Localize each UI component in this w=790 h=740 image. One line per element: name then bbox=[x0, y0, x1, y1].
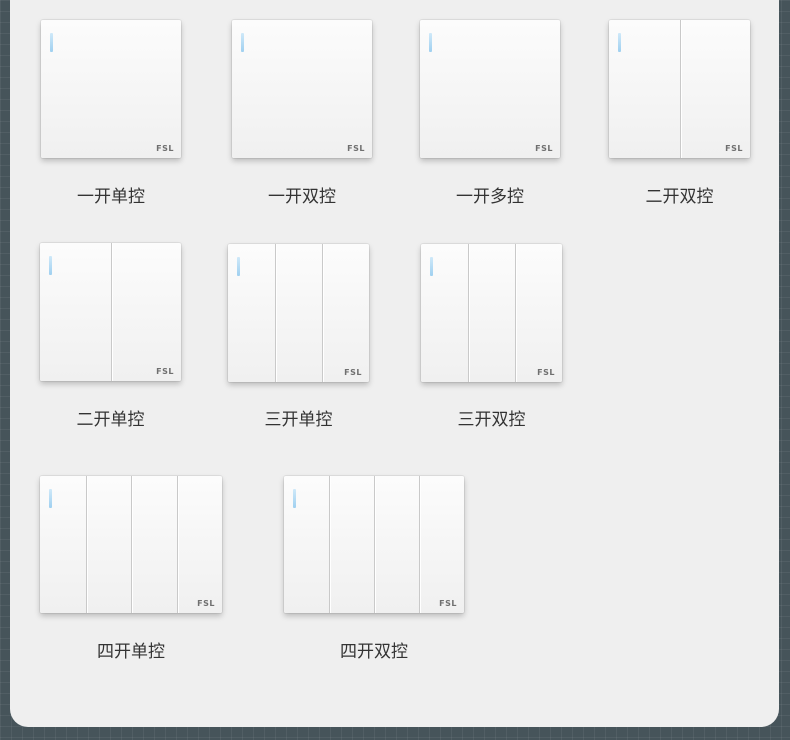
switch-rocker bbox=[679, 20, 750, 158]
switch-rocker bbox=[374, 476, 419, 613]
switch-rocker bbox=[515, 244, 562, 382]
switch-rocker bbox=[85, 476, 131, 613]
switch-rocker bbox=[322, 244, 369, 382]
indicator-light-icon bbox=[237, 257, 240, 276]
switch-label: 三开单控 bbox=[264, 410, 333, 430]
brand-mark: FSL bbox=[535, 144, 553, 153]
brand-mark: FSL bbox=[725, 144, 743, 153]
switch-rocker bbox=[421, 244, 468, 382]
switch-rocker bbox=[131, 476, 177, 613]
indicator-light-icon bbox=[49, 256, 52, 275]
switch-rocker bbox=[228, 244, 275, 382]
switch-rocker bbox=[419, 476, 464, 613]
brand-mark: FSL bbox=[156, 144, 174, 153]
switch-label: 三开双控 bbox=[457, 410, 526, 430]
switch-label: 四开单控 bbox=[97, 642, 165, 662]
switch-panel: FSL bbox=[41, 20, 181, 158]
switch-rocker bbox=[420, 20, 560, 158]
switch-panel: FSL bbox=[40, 243, 181, 381]
switch-label: 一开双控 bbox=[268, 187, 336, 207]
switch-panel: FSL bbox=[609, 20, 750, 158]
switch-panel: FSL bbox=[40, 476, 222, 613]
switch-rocker bbox=[176, 476, 222, 613]
brand-mark: FSL bbox=[347, 144, 365, 153]
brand-mark: FSL bbox=[197, 599, 215, 608]
switch-rocker bbox=[329, 476, 374, 613]
switch-panel: FSL bbox=[421, 244, 562, 382]
switch-rocker bbox=[275, 244, 322, 382]
indicator-light-icon bbox=[430, 257, 433, 276]
switch-rocker bbox=[468, 244, 515, 382]
indicator-light-icon bbox=[50, 33, 53, 52]
switch-label: 一开多控 bbox=[456, 187, 524, 207]
switch-panel: FSL bbox=[284, 476, 464, 613]
switch-panel: FSL bbox=[232, 20, 372, 158]
switch-rocker bbox=[40, 476, 86, 613]
switch-rocker bbox=[110, 243, 181, 381]
catalog-card: FSL 一开单控 FSL 一开双控 FSL 一开多控 FSL 二开双控 FSL … bbox=[10, 0, 779, 727]
switch-label: 一开单控 bbox=[77, 187, 145, 207]
indicator-light-icon bbox=[618, 33, 621, 52]
switch-label: 四开双控 bbox=[340, 642, 408, 662]
indicator-light-icon bbox=[429, 33, 432, 52]
indicator-light-icon bbox=[241, 33, 244, 52]
indicator-light-icon bbox=[293, 489, 296, 508]
switch-label: 二开单控 bbox=[76, 410, 145, 430]
switch-rocker bbox=[41, 20, 181, 158]
brand-mark: FSL bbox=[156, 367, 174, 376]
indicator-light-icon bbox=[49, 489, 52, 508]
switch-panel: FSL bbox=[420, 20, 560, 158]
switch-label: 二开双控 bbox=[645, 187, 714, 207]
switch-panel: FSL bbox=[228, 244, 369, 382]
brand-mark: FSL bbox=[344, 368, 362, 377]
switch-rocker bbox=[284, 476, 329, 613]
brand-mark: FSL bbox=[537, 368, 555, 377]
switch-rocker bbox=[232, 20, 372, 158]
brand-mark: FSL bbox=[439, 599, 457, 608]
